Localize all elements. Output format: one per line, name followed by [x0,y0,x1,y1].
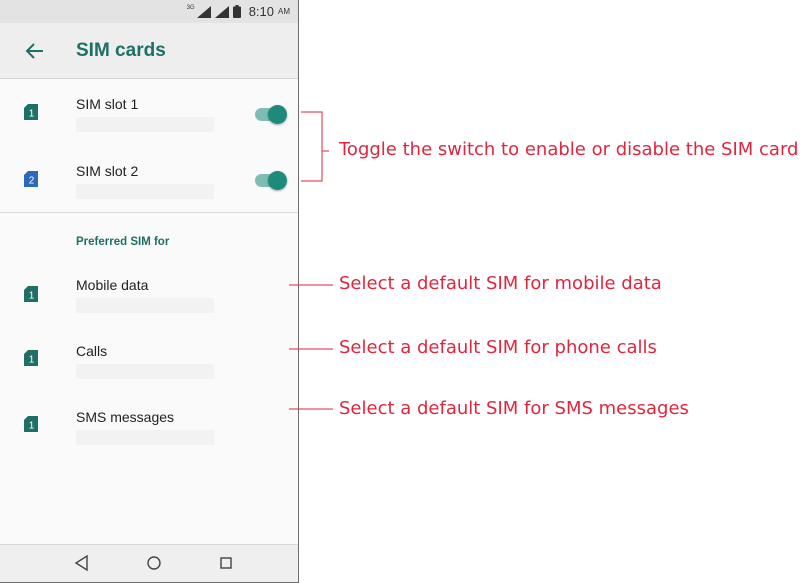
preferred-item-label: Mobile data [76,277,149,293]
sim-badge-number: 1 [29,355,35,366]
sim-card-icon: 1 [24,104,38,120]
calls-callout-text: Select a default SIM for phone calls [339,337,657,358]
signal-icon [196,5,211,18]
sim-badge-number: 1 [29,109,35,120]
sim-card-icon: 2 [24,171,38,187]
app-bar: SIM cards [0,23,298,79]
toggle-thumb [268,105,287,124]
preferred-item-label: Calls [76,343,108,359]
sms-callout-text: Select a default SIM for SMS messages [339,398,689,419]
sim-slot-1-toggle[interactable] [255,105,287,124]
preferred-item-label: SMS messages [76,409,175,425]
sim-slot-row-1[interactable]: 1 SIM slot 1 [0,90,298,150]
sim-slot-2-toggle[interactable] [255,171,287,190]
clock-ampm: AM [278,7,290,16]
sim-slot-label: SIM slot 2 [76,163,139,179]
preferred-sim-header: Preferred SIM for [76,236,170,248]
back-triangle-icon[interactable] [73,554,91,572]
sim-card-icon: 1 [24,286,38,302]
section-divider [0,212,298,213]
preferred-sms-row[interactable]: 1 SMS messages [0,404,298,464]
sim-slot-row-2[interactable]: 2 SIM slot 2 [0,157,298,217]
toggle-bracket-line [301,111,323,182]
navigation-bar [0,544,298,582]
toggle-callout-text: Toggle the switch to enable or disable t… [339,139,799,160]
signal-icon [214,5,229,18]
toggle-thumb [268,171,287,190]
preferred-item-subtitle [76,364,214,379]
preferred-mobile-data-row[interactable]: 1 Mobile data [0,272,298,332]
home-circle-icon[interactable] [145,554,163,572]
sim-slot-subtitle [76,117,214,132]
sim-badge-number: 1 [29,421,35,432]
preferred-item-subtitle [76,430,214,445]
page-title: SIM cards [76,40,166,61]
preferred-item-subtitle [76,298,214,313]
preferred-calls-row[interactable]: 1 Calls [0,338,298,398]
phone-screen: 3G 8:10 AM SIM cards 1 SIM slot 1 2 SIM … [0,0,299,583]
recents-square-icon[interactable] [217,554,235,572]
sim-slot-label: SIM slot 1 [76,96,139,112]
status-bar: 3G 8:10 AM [0,0,298,23]
arrow-left-icon[interactable] [24,40,46,62]
mobile-data-callout-text: Select a default SIM for mobile data [339,273,662,294]
battery-icon [232,5,241,18]
sim-badge-number: 2 [29,176,35,187]
sim-card-icon: 1 [24,416,38,432]
sim-card-icon: 1 [24,350,38,366]
network-type-label: 3G [186,5,195,11]
sim-slot-subtitle [76,184,214,199]
clock-time: 8:10 [248,4,274,19]
sim-badge-number: 1 [29,291,35,302]
